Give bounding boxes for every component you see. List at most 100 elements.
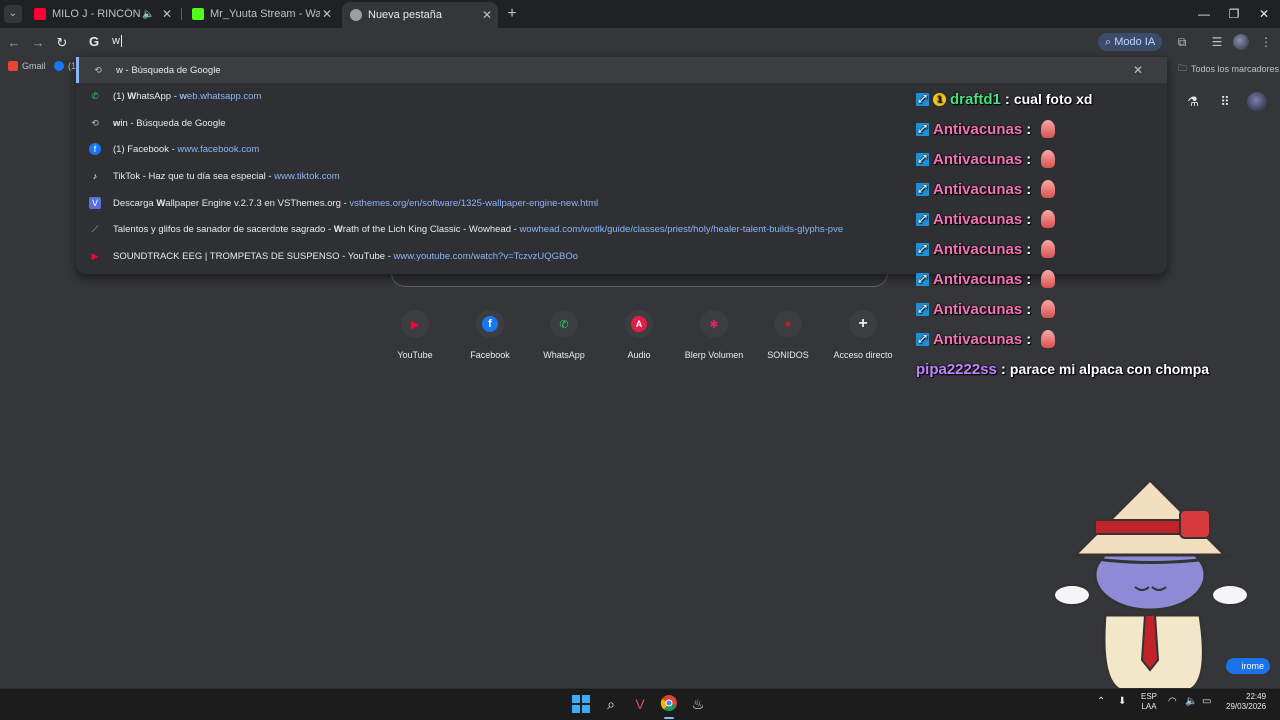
whatsapp-icon: ✆ bbox=[91, 91, 99, 101]
speaker-icon[interactable]: 🔈 bbox=[142, 9, 156, 20]
shortcut-label: Acceso directo bbox=[833, 350, 893, 360]
shortcut-sonidos[interactable]: ● SONIDOS bbox=[751, 310, 825, 360]
shortcut-label: Audio bbox=[627, 350, 651, 360]
language-indicator[interactable]: ESP LAA bbox=[1141, 692, 1157, 712]
tab-strip: ⌄ MILO J - RINCÓN (En Vivo | 🔈 ✕ Mr_Yuut… bbox=[0, 0, 1280, 28]
tab-youtube[interactable]: MILO J - RINCÓN (En Vivo | 🔈 ✕ bbox=[26, 2, 178, 26]
chat-username: pipa2222ss bbox=[916, 360, 997, 378]
clock[interactable]: 22:49 29/03/2026 bbox=[1226, 692, 1266, 712]
all-bookmarks-folder[interactable]: 🗀 Todos los marcadores bbox=[1178, 61, 1279, 77]
tab-divider bbox=[181, 8, 182, 20]
kick-favicon-icon bbox=[192, 8, 204, 20]
chat-separator: : bbox=[1026, 210, 1032, 228]
tab-title: MILO J - RINCÓN (En Vivo | bbox=[52, 8, 142, 20]
chrome-notification-pill[interactable]: irome bbox=[1226, 658, 1270, 674]
back-arrow-icon[interactable]: ← bbox=[4, 33, 24, 53]
youtube-icon: ▶ bbox=[91, 251, 99, 261]
minimize-icon[interactable]: — bbox=[1189, 4, 1219, 24]
facebook-icon bbox=[54, 61, 64, 71]
tab-new-tab[interactable]: Nueva pestaña ✕ bbox=[342, 2, 498, 28]
search-icon[interactable]: ⌕ bbox=[601, 694, 621, 714]
menu-kebab-icon[interactable]: ⋮ bbox=[1257, 33, 1275, 51]
battery-icon[interactable]: ▭ bbox=[1202, 697, 1211, 707]
close-icon[interactable]: ✕ bbox=[480, 8, 494, 22]
shortcut-add[interactable]: + Acceso directo bbox=[826, 310, 900, 360]
shortcut-blerp[interactable]: ✱ Blerp Volumen bbox=[677, 310, 751, 360]
apps-grid-icon[interactable]: ⠿ bbox=[1217, 94, 1233, 110]
chat-message: ⤢ Antivacunas : bbox=[916, 208, 1056, 230]
wifi-icon[interactable]: ◠ bbox=[1168, 697, 1177, 707]
emote-icon bbox=[1041, 120, 1056, 138]
ntp-profile-avatar[interactable] bbox=[1247, 92, 1267, 112]
suggestion-row[interactable]: ⟲ w - Búsqueda de Google ✕ bbox=[76, 57, 1167, 83]
chat-message: ⤢ Antivacunas : bbox=[916, 268, 1056, 290]
bookmark-label: Todos los marcadores bbox=[1191, 64, 1280, 74]
chat-text: parace mi alpaca con chompa bbox=[1009, 361, 1210, 377]
omnibox-value: w bbox=[112, 35, 120, 47]
tray-app-icon[interactable]: ⬇ bbox=[1118, 697, 1126, 707]
new-tab-plus-icon[interactable]: + bbox=[503, 5, 521, 23]
suggestion-text: SOUNDTRACK EEG | TROMPETAS DE SUSPENSO -… bbox=[113, 250, 579, 262]
chat-message: ⤢ Antivacunas : bbox=[916, 298, 1056, 320]
chat-username: Antivacunas bbox=[933, 330, 1023, 348]
tab-kick[interactable]: Mr_Yuuta Stream - Watch Live ✕ bbox=[184, 2, 338, 26]
chat-separator: : bbox=[1026, 120, 1032, 138]
vsthemes-icon: V bbox=[89, 197, 101, 209]
window-close-icon[interactable]: ✕ bbox=[1249, 4, 1279, 24]
history-icon: ⟲ bbox=[94, 65, 102, 75]
chat-separator: : bbox=[1004, 90, 1010, 108]
badge-icon: ⤢ bbox=[916, 242, 929, 256]
bookmark-label: (1 bbox=[68, 61, 77, 71]
suggestion-text: Talentos y glifos de sanador de sacerdot… bbox=[113, 223, 844, 235]
extensions-puzzle-icon[interactable]: ⧉ bbox=[1173, 33, 1191, 51]
suggestion-text: TikTok - Haz que tu día sea especial - w… bbox=[113, 170, 340, 182]
shortcut-youtube[interactable]: ▶ YouTube bbox=[378, 310, 452, 360]
sonidos-icon: ● bbox=[774, 310, 802, 338]
chat-username: Antivacunas bbox=[933, 210, 1023, 228]
shortcut-facebook[interactable]: f Facebook bbox=[453, 310, 527, 360]
steam-icon[interactable]: ♨ bbox=[688, 694, 708, 714]
windows-start-icon[interactable] bbox=[572, 695, 590, 713]
reload-icon[interactable]: ↻ bbox=[52, 33, 72, 53]
maximize-icon[interactable]: ❐ bbox=[1219, 4, 1249, 24]
omnibox-input[interactable]: w bbox=[112, 35, 122, 48]
chat-message: ⤢ Antivacunas : bbox=[916, 178, 1056, 200]
shortcut-whatsapp[interactable]: ✆ WhatsApp bbox=[527, 310, 601, 360]
media-controls-icon[interactable]: ☰ bbox=[1208, 33, 1226, 51]
labs-flask-icon[interactable]: ⚗ bbox=[1185, 94, 1201, 110]
clock-time: 22:49 bbox=[1246, 692, 1267, 701]
emote-icon bbox=[1041, 270, 1056, 288]
bookmark-facebook[interactable]: (1 bbox=[54, 61, 76, 71]
modo-ia-button[interactable]: ⌕ Modo IA bbox=[1098, 33, 1163, 51]
bookmark-gmail[interactable]: Gmail bbox=[8, 61, 46, 71]
text-caret bbox=[120, 35, 122, 48]
valorant-icon[interactable]: V bbox=[630, 694, 650, 714]
plus-icon: + bbox=[849, 310, 877, 338]
pill-label: irome bbox=[1241, 661, 1264, 671]
remove-suggestion-close-icon[interactable]: ✕ bbox=[1133, 63, 1143, 77]
forward-arrow-icon[interactable]: → bbox=[28, 33, 48, 53]
tiktok-icon: ♪ bbox=[92, 171, 98, 181]
shortcut-audio[interactable]: A Audio bbox=[602, 310, 676, 360]
chrome-icon[interactable] bbox=[659, 694, 679, 714]
chat-separator: : bbox=[1026, 330, 1032, 348]
tray-chevron-icon[interactable]: ⌃ bbox=[1097, 697, 1105, 707]
shortcut-label: SONIDOS bbox=[767, 350, 809, 360]
volume-icon[interactable]: 🔈 bbox=[1185, 697, 1197, 707]
badge-icon: 1 bbox=[933, 92, 946, 106]
shortcut-label: Facebook bbox=[470, 350, 510, 360]
tab-search-chevron-icon[interactable]: ⌄ bbox=[4, 5, 22, 23]
close-icon[interactable]: ✕ bbox=[320, 7, 334, 21]
chrome-favicon-icon bbox=[350, 9, 362, 21]
chat-separator: : bbox=[1026, 180, 1032, 198]
shortcuts-grid: ▶ YouTube f Facebook ✆ WhatsApp A Audio … bbox=[378, 310, 898, 370]
emote-icon bbox=[1041, 210, 1056, 228]
screen: ⌄ MILO J - RINCÓN (En Vivo | 🔈 ✕ Mr_Yuut… bbox=[0, 0, 1280, 720]
profile-avatar[interactable] bbox=[1233, 34, 1249, 50]
close-icon[interactable]: ✕ bbox=[160, 7, 174, 21]
badge-icon: ⤢ bbox=[916, 182, 929, 196]
active-app-indicator bbox=[664, 717, 674, 719]
youtube-icon: ▶ bbox=[401, 310, 429, 338]
youtube-favicon-icon bbox=[34, 8, 46, 20]
chat-message: pipa2222ss : parace mi alpaca con chompa bbox=[916, 358, 1209, 380]
